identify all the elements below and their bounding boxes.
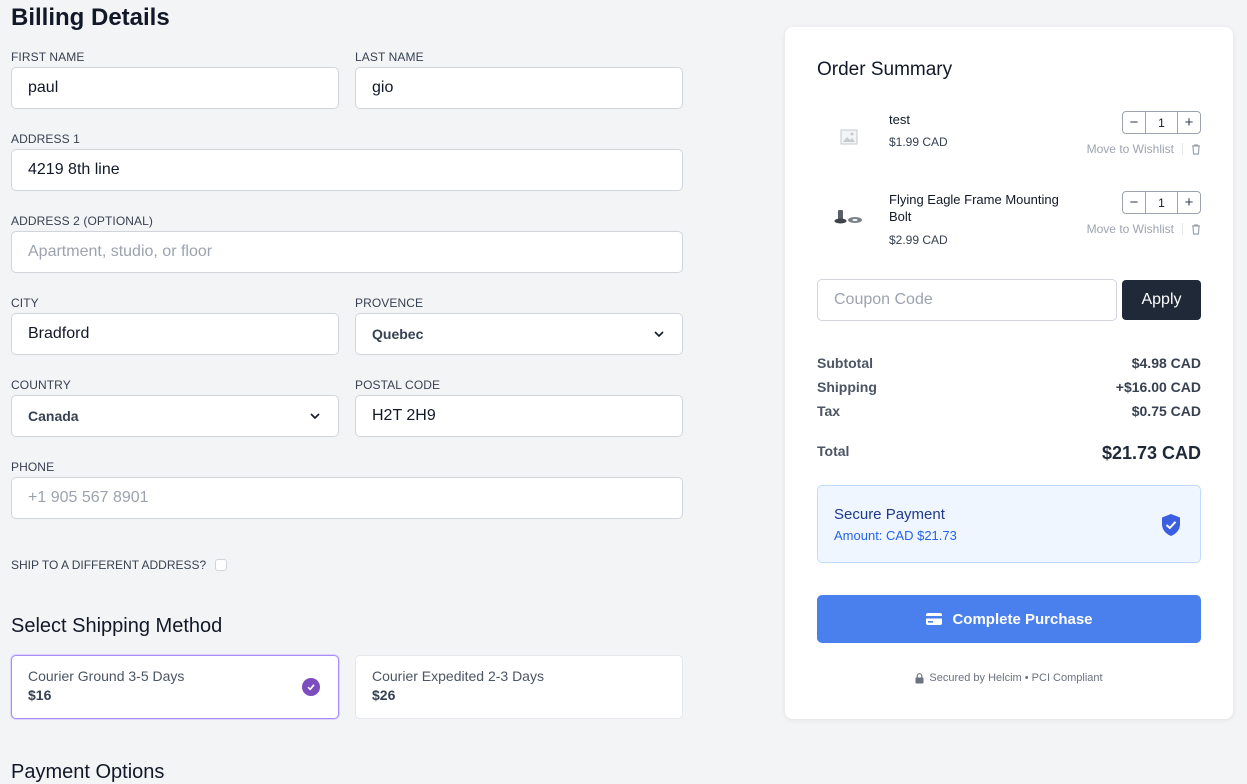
credit-card-icon: [926, 613, 943, 625]
shipping-option-price: $16: [28, 687, 52, 703]
security-footer-text: Secured by Helcim • PCI Compliant: [929, 672, 1103, 684]
tax-value: $0.75 CAD: [1131, 403, 1201, 419]
item-name: Flying Eagle Frame Mounting Bolt: [889, 192, 1059, 224]
ship-different-checkbox[interactable]: [215, 559, 228, 571]
shipping-option-ground[interactable]: Courier Ground 3-5 Days $16: [11, 655, 339, 719]
shipping-option-name: Courier Expedited 2-3 Days: [372, 668, 544, 684]
trash-icon[interactable]: [1191, 223, 1201, 235]
plus-icon[interactable]: +: [1178, 192, 1200, 213]
shipping-option-name: Courier Ground 3-5 Days: [28, 668, 185, 684]
order-summary-title: Order Summary: [817, 59, 953, 80]
chevron-down-icon: [310, 413, 320, 420]
quantity-stepper[interactable]: − 1 +: [1122, 111, 1201, 134]
country-select[interactable]: Canada: [11, 395, 339, 437]
minus-icon[interactable]: −: [1123, 192, 1145, 213]
item-actions: Move to Wishlist: [1087, 222, 1201, 236]
security-footer: Secured by Helcim • PCI Compliant: [785, 672, 1233, 684]
quantity-value[interactable]: 1: [1145, 112, 1178, 133]
phone-label: PHONE: [11, 460, 55, 474]
last-name-input[interactable]: gio: [355, 67, 683, 109]
shipping-title: Select Shipping Method: [11, 615, 223, 637]
item-price: $2.99 CAD: [889, 233, 948, 247]
address2-input[interactable]: Apartment, studio, or floor: [11, 231, 683, 273]
shipping-value: +$16.00 CAD: [1115, 379, 1201, 395]
tax-row: Tax $0.75 CAD: [817, 403, 1201, 419]
check-circle-icon: [302, 678, 320, 696]
quantity-value[interactable]: 1: [1145, 192, 1178, 213]
shipping-option-expedited[interactable]: Courier Expedited 2-3 Days $26: [355, 655, 683, 719]
total-label: Total: [817, 442, 850, 459]
page-title: Billing Details: [11, 4, 170, 31]
country-value: Canada: [28, 408, 79, 424]
first-name-input[interactable]: paul: [11, 67, 339, 109]
item-price: $1.99 CAD: [889, 135, 948, 149]
first-name-label: FIRST NAME: [11, 50, 85, 64]
postal-label: POSTAL CODE: [355, 378, 441, 392]
lock-icon: [915, 672, 924, 683]
ship-different-label: SHIP TO A DIFFERENT ADDRESS?: [11, 558, 207, 572]
total-row: Total $21.73 CAD: [817, 443, 1201, 464]
postal-input[interactable]: H2T 2H9: [355, 395, 683, 437]
province-label: PROVENCE: [355, 296, 424, 310]
last-name-label: LAST NAME: [355, 50, 424, 64]
ship-different-row[interactable]: SHIP TO A DIFFERENT ADDRESS?: [11, 558, 228, 572]
complete-purchase-button[interactable]: Complete Purchase: [817, 595, 1201, 643]
apply-button[interactable]: Apply: [1122, 280, 1201, 320]
address2-label: ADDRESS 2 (OPTIONAL): [11, 214, 154, 228]
order-summary-card: Order Summary test $1.99 CAD − 1 + Move …: [785, 27, 1233, 719]
coupon-input[interactable]: Coupon Code: [817, 279, 1117, 321]
phone-input[interactable]: +1 905 567 8901: [11, 477, 683, 519]
province-value: Quebec: [372, 326, 424, 342]
secure-payment-title: Secure Payment: [834, 506, 945, 523]
total-value: $21.73 CAD: [1101, 443, 1201, 463]
chevron-down-icon: [654, 331, 664, 338]
province-select[interactable]: Quebec: [355, 313, 683, 355]
address1-input[interactable]: 4219 8th line: [11, 149, 683, 191]
divider: [1182, 143, 1183, 155]
item-actions: Move to Wishlist: [1087, 142, 1201, 156]
shipping-row: Shipping +$16.00 CAD: [817, 379, 1201, 395]
country-label: COUNTRY: [11, 378, 71, 392]
subtotal-value: $4.98 CAD: [1131, 355, 1201, 371]
minus-icon[interactable]: −: [1123, 112, 1145, 133]
trash-icon[interactable]: [1191, 143, 1201, 155]
subtotal-row: Subtotal $4.98 CAD: [817, 355, 1201, 371]
subtotal-label: Subtotal: [817, 355, 873, 371]
city-input[interactable]: Bradford: [11, 313, 339, 355]
shield-check-icon: [1162, 514, 1180, 536]
divider: [1182, 223, 1183, 235]
tax-label: Tax: [817, 403, 841, 419]
city-label: CITY: [11, 296, 39, 310]
move-to-wishlist-link[interactable]: Move to Wishlist: [1087, 222, 1174, 236]
address1-label: ADDRESS 1: [11, 132, 80, 146]
complete-purchase-label: Complete Purchase: [952, 610, 1093, 628]
image-placeholder-icon: [817, 111, 881, 163]
item-name: test: [889, 112, 910, 127]
plus-icon[interactable]: +: [1178, 112, 1200, 133]
secure-payment-amount: Amount: CAD $21.73: [834, 528, 957, 543]
secure-payment-box: Secure Payment Amount: CAD $21.73: [817, 485, 1201, 563]
mounting-bolt-image: [817, 191, 881, 243]
move-to-wishlist-link[interactable]: Move to Wishlist: [1087, 142, 1174, 156]
payment-options-title: Payment Options: [11, 761, 165, 783]
shipping-label: Shipping: [817, 379, 877, 395]
quantity-stepper[interactable]: − 1 +: [1122, 191, 1201, 214]
shipping-option-price: $26: [372, 687, 396, 703]
